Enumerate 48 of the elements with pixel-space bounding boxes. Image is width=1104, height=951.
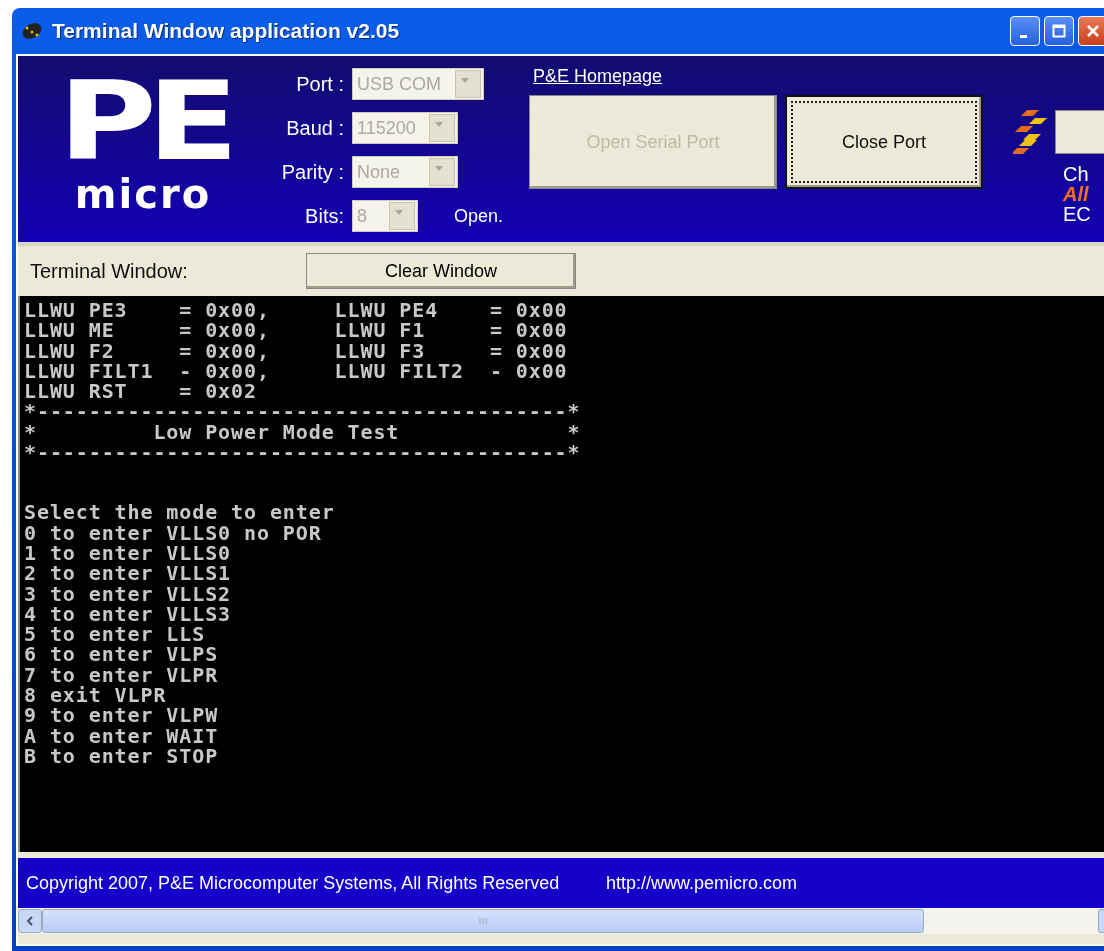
- copyright-text: Copyright 2007, P&E Microcomputer Systems, All Rights Reserved: [25, 872, 561, 894]
- terminal-line: 4 to enter VLLS3: [24, 603, 233, 625]
- homepage-link[interactable]: P&E Homepage: [533, 66, 663, 87]
- terminal-label: Terminal Window:: [29, 259, 189, 283]
- website-url: http://www.pemicro.com: [606, 872, 798, 894]
- minimize-button[interactable]: [1010, 16, 1040, 46]
- terminal-line: LLWU PE3 = 0x00, LLWU PE4 = 0x00: [24, 300, 569, 321]
- setting-label: Bits:: [304, 204, 344, 228]
- terminal-line: LLWU F2 = 0x00, LLWU F3 = 0x00: [24, 340, 569, 361]
- terminal-line: Select the mode to enter: [24, 502, 336, 523]
- clear-window-button[interactable]: Clear Window: [306, 253, 576, 289]
- window-title: Terminal Window application v2.05: [52, 19, 400, 43]
- terminal-line: LLWU ME = 0x00, LLWU F1 = 0x00: [24, 320, 569, 341]
- pe-micro-logo: PE micro: [56, 58, 230, 214]
- logo-text: All: [1063, 184, 1090, 204]
- terminal-line: 9 to enter VLPW: [24, 705, 220, 726]
- maximize-button[interactable]: [1044, 16, 1074, 46]
- logo-text: Ch: [1063, 164, 1090, 184]
- terminal-line: *-----------------------------------------*: [24, 442, 582, 463]
- close-icon: [1086, 24, 1100, 38]
- horizontal-scrollbar[interactable]: [18, 908, 1104, 934]
- terminal-line: 8 exit VLPR: [24, 685, 168, 706]
- terminal-line: 7 to enter VLPR: [24, 664, 220, 686]
- setting-label: Port :: [295, 72, 344, 96]
- terminal-line: A to enter WAIT: [24, 725, 220, 746]
- terminal-line: B to enter STOP: [24, 745, 220, 767]
- terminal-line: LLWU RST = 0x02: [24, 381, 257, 402]
- terminal-line: 0 to enter VLLS0 no POR: [24, 522, 323, 543]
- chip-icon: [20, 20, 44, 42]
- terminal-line: 1 to enter VLLS0: [24, 542, 233, 564]
- setting-label: Parity :: [280, 160, 344, 184]
- port-button[interactable]: Close Port: [785, 95, 983, 189]
- terminal-line: 6 to enter VLPS: [24, 644, 220, 665]
- close-button[interactable]: [1078, 16, 1104, 46]
- side-button[interactable]: [1055, 110, 1104, 154]
- logo-text: EC: [1063, 204, 1091, 224]
- minimize-icon: [1019, 34, 1027, 38]
- maximize-icon: [1052, 24, 1066, 38]
- scroll-left-icon[interactable]: [18, 909, 42, 933]
- terminal-line: 2 to enter VLLS1: [24, 563, 233, 584]
- terminal-line: *-----------------------------------------*: [24, 401, 582, 422]
- terminal-line: 3 to enter VLLS2: [24, 583, 233, 604]
- scroll-thumb[interactable]: [42, 909, 924, 933]
- terminal-line: LLWU FILT1 - 0x00, LLWU FILT2 - 0x00: [24, 360, 569, 382]
- port-status: Open.: [454, 205, 504, 227]
- terminal-line: 5 to enter LLS: [24, 624, 207, 645]
- terminal-line: * Low Power Mode Test *: [24, 421, 582, 443]
- setting-label: Baud :: [285, 116, 344, 140]
